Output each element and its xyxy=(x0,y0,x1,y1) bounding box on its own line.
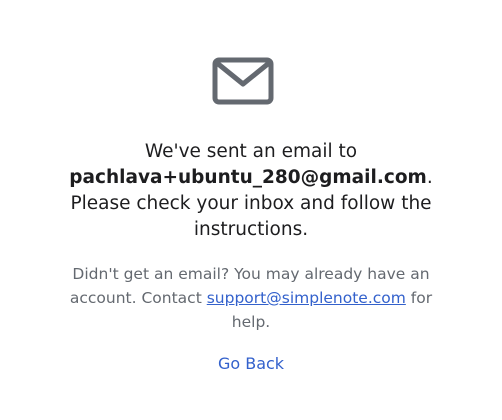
go-back-button[interactable]: Go Back xyxy=(0,352,502,376)
message-prefix: We've sent an email to xyxy=(144,141,358,162)
support-email-link[interactable]: support@simplenote.com xyxy=(207,289,406,307)
email-sent-screen: We've sent an email to pachlava+ubuntu_2… xyxy=(0,0,502,420)
mail-icon xyxy=(212,57,274,105)
confirmation-message: We've sent an email to pachlava+ubuntu_2… xyxy=(40,139,462,243)
email-address: pachlava+ubuntu_280@gmail.com xyxy=(69,167,427,188)
help-message: Didn't get an email? You may already hav… xyxy=(52,262,450,334)
